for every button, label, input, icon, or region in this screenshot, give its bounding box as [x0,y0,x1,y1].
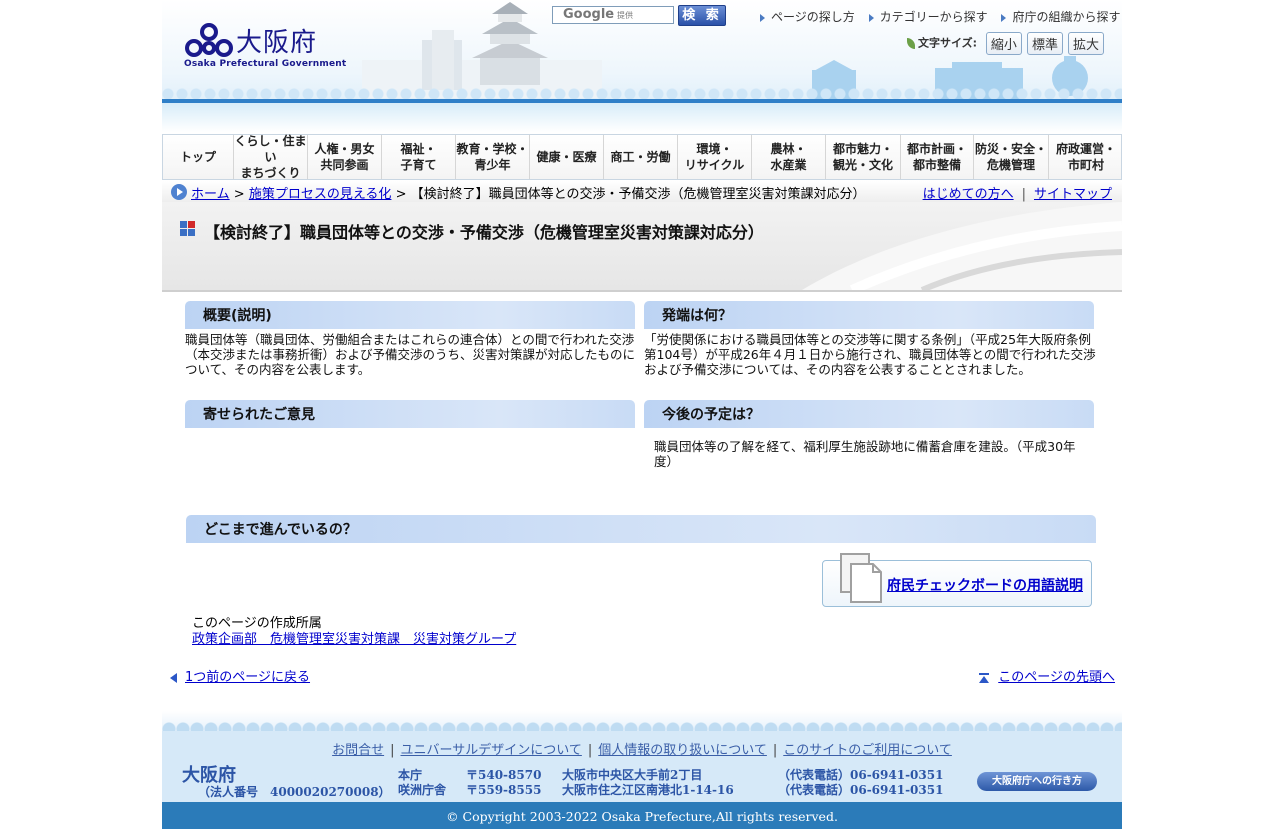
office-names: 本庁 咲洲庁舎 [398,768,447,797]
search-button[interactable]: 検 索 [678,5,726,26]
footer-link-privacy[interactable]: 個人情報の取り扱いについて [598,743,767,758]
decorative-swoosh [802,202,1122,290]
access-button[interactable]: 大阪府庁への行き方 [977,772,1097,791]
nav-top[interactable]: トップ [163,135,234,179]
font-small-button[interactable]: 縮小 [985,32,1022,55]
owner-label: このページの作成所属 [192,616,322,631]
nav-urban-planning[interactable]: 都市計画・ 都市整備 [901,135,974,179]
page-navigation: 1つ前のページに戻る このページの先頭へ [162,666,1122,685]
title-square-icon [180,221,196,237]
google-search-input[interactable]: Google 提供 [552,6,674,24]
nav-human-rights[interactable]: 人権・男女 共同参画 [308,135,382,179]
site-logo-subtitle: Osaka Prefectural Government [184,59,347,69]
nav-health[interactable]: 健康・医療 [530,135,604,179]
nav-commerce[interactable]: 商工・労働 [604,135,678,179]
nav-government[interactable]: 府政運営・ 市町村 [1049,135,1123,179]
site-header: 大阪府 Osaka Prefectural Government Google … [162,0,1122,132]
font-large-button[interactable]: 拡大 [1067,32,1104,55]
site-logo[interactable]: 大阪府 [236,22,317,59]
arrow-right-icon [760,13,765,22]
link-how-to-find[interactable]: ページの探し方 [760,10,855,24]
arrow-right-icon [868,13,874,22]
section-plan-body: 職員団体等の了解を経て、福利厚生施設跡地に備蓄倉庫を建設。（平成30年度） [654,439,1076,469]
office-phones: （代表電話）06-6941-0351 （代表電話）06-6941-0351 [778,768,944,797]
glossary-link[interactable]: 府民チェックボードの用語説明 [887,575,1083,595]
global-nav: トップ くらし・住まい まちづくり 人権・男女 共同参画 福祉・ 子育て 教育・学校・… [162,134,1122,180]
breadcrumb-home[interactable]: ホーム [191,187,230,202]
section-overview-body: 職員団体等（職員団体、労働組合またはこれらの連合体）との間で行われた交渉（本交渉… [185,332,636,377]
copyright: © Copyright 2003-2022 Osaka Prefecture,A… [162,802,1122,829]
section-progress-header: どこまで進んでいるの？ [186,515,1096,543]
arrow-left-icon [170,672,177,683]
nav-environment[interactable]: 環境・ リサイクル [678,135,752,179]
page-title: 【検討終了】職員団体等との交渉・予備交渉（危機管理室災害対策課対応分） [204,223,764,242]
leaf-icon [907,38,915,49]
section-origin-body: 「労使関係における職員団体等との交渉等に関する条例」（平成25年大阪府条例第10… [644,332,1096,377]
footer-wave-decoration [162,711,1122,733]
section-opinions-header: 寄せられたご意見 [185,400,635,428]
font-normal-button[interactable]: 標準 [1026,32,1063,55]
owner-department-link[interactable]: 政策企画部 危機管理室災害対策課 災害対策グループ [192,632,516,647]
glossary-box: 府民チェックボードの用語説明 [822,553,1092,607]
office-zips: 〒540-8570 〒559-8555 [466,768,542,797]
back-link[interactable]: 1つ前のページに戻る [185,670,310,685]
google-brand: Google [563,7,615,22]
nav-living[interactable]: くらし・住まい まちづくり [234,134,308,180]
utility-links: ページの探し方 カテゴリーから探す 府庁の組織から探す [760,8,1122,25]
breadcrumb: ホーム > 施策プロセスの見える化 > 【検討終了】職員団体等との交渉・予備交渉… [162,181,1122,202]
arrow-up-icon [979,672,990,683]
footer-link-contact[interactable]: お問合せ [332,743,384,758]
osaka-logo-icon [185,23,233,57]
site-footer: お問合せ | ユニバーサルデザインについて | 個人情報の取り扱いについて | このサイトの… [162,731,1122,802]
section-overview-header: 概要(説明) [185,301,635,329]
play-arrow-icon [171,184,187,200]
page-owner: このページの作成所属 政策企画部 危機管理室災害対策課 災害対策グループ [192,616,516,648]
google-provided-label: 提供 [617,11,633,20]
breadcrumb-current: 【検討終了】職員団体等との交渉・予備交渉（危機管理室災害対策課対応分） [410,187,866,202]
footer-link-terms[interactable]: このサイトのご利用について [783,743,952,758]
section-plan-header: 今後の予定は？ [644,400,1094,428]
footer-links: お問合せ | ユニバーサルデザインについて | 個人情報の取り扱いについて | このサイトの… [332,743,952,758]
font-size-controls: 文字サイズ: 縮小 標準 拡大 [907,32,1104,55]
page-top-link[interactable]: このページの先頭へ [998,670,1115,685]
footer-link-universal-design[interactable]: ユニバーサルデザインについて [401,743,582,758]
first-time-link[interactable]: はじめての方へ [923,187,1014,202]
nav-tourism[interactable]: 都市魅力・ 観光・文化 [826,135,901,179]
documents-icon [840,553,882,603]
nav-agriculture[interactable]: 農林・ 水産業 [752,135,826,179]
footer-corporate-number: （法人番号 4000020270008） [198,785,391,799]
section-origin-header: 発端は何？ [644,301,1094,329]
font-size-label: 文字サイズ: [918,36,978,50]
link-by-organization[interactable]: 府庁の組織から探す [1001,10,1120,24]
link-by-category[interactable]: カテゴリーから探す [868,10,988,24]
nav-education[interactable]: 教育・学校・ 青少年 [456,135,530,179]
header-wave-decoration [162,80,1122,100]
page-title-band: 【検討終了】職員団体等との交渉・予備交渉（危機管理室災害対策課対応分） [162,202,1122,292]
nav-disaster[interactable]: 防災・安全・ 危機管理 [974,135,1049,179]
breadcrumb-process[interactable]: 施策プロセスの見える化 [249,187,392,202]
office-addresses: 大阪市中央区大手前2丁目 大阪市住之江区南港北1-14-16 [562,768,734,797]
sitemap-link[interactable]: サイトマップ [1034,187,1112,202]
nav-welfare[interactable]: 福祉・ 子育て [382,135,456,179]
arrow-right-icon [1001,13,1007,22]
